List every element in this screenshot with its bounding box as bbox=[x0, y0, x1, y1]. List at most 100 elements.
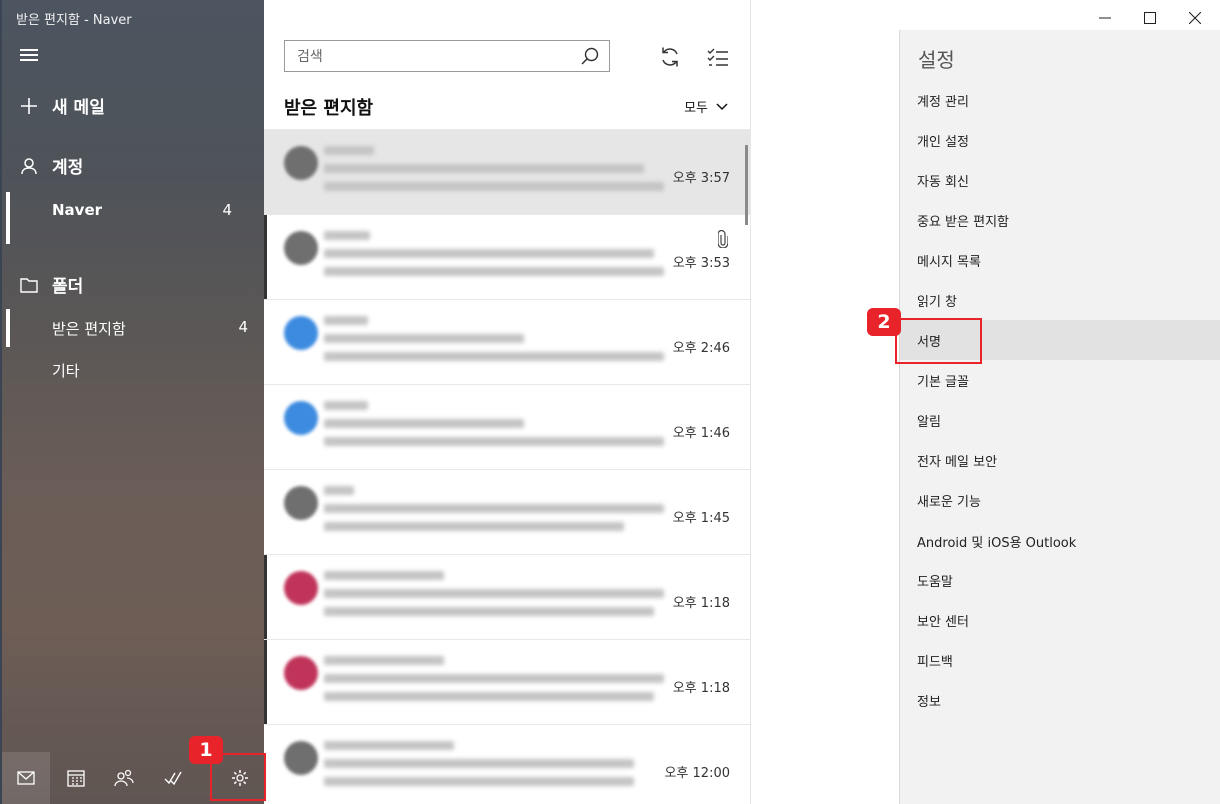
settings-item-label: 보안 센터 bbox=[917, 615, 969, 630]
settings-item-auto-reply[interactable]: 자동 회신 bbox=[900, 160, 1220, 200]
settings-item-reading-pane[interactable]: 읽기 창 bbox=[900, 280, 1220, 320]
selection-indicator bbox=[6, 309, 10, 347]
preview-blurred bbox=[324, 522, 624, 531]
mail-icon bbox=[17, 771, 35, 785]
settings-item-trust-center[interactable]: 보안 센터 bbox=[900, 600, 1220, 640]
sync-icon bbox=[662, 47, 678, 67]
message-time: 오후 1:46 bbox=[672, 426, 730, 441]
maximize-button[interactable] bbox=[1127, 8, 1173, 28]
maximize-icon bbox=[1144, 12, 1156, 24]
sender-blurred bbox=[324, 741, 454, 750]
preview-blurred bbox=[324, 267, 664, 276]
settings-item-label: 메시지 목록 bbox=[917, 255, 981, 270]
subject-blurred bbox=[324, 759, 634, 768]
plus-icon bbox=[18, 95, 40, 117]
sender-blurred bbox=[324, 316, 368, 325]
sender-blurred bbox=[324, 146, 374, 155]
accounts-header[interactable]: 계정 bbox=[18, 153, 83, 178]
settings-item-label: 도움말 bbox=[917, 575, 953, 590]
sender-blurred bbox=[324, 231, 370, 240]
new-mail-button[interactable]: 새 메일 bbox=[18, 93, 105, 118]
mail-button[interactable] bbox=[2, 752, 50, 804]
sync-button[interactable] bbox=[659, 46, 681, 68]
message-item[interactable]: 오후 3:57 bbox=[264, 129, 750, 214]
account-unread-count: 4 bbox=[222, 201, 232, 219]
new-mail-label: 새 메일 bbox=[52, 98, 105, 118]
search-icon[interactable] bbox=[581, 47, 599, 65]
subject-blurred bbox=[324, 674, 664, 683]
preview-blurred bbox=[324, 437, 664, 446]
sender-blurred bbox=[324, 486, 354, 495]
settings-item-label: 개인 설정 bbox=[917, 135, 969, 150]
folder-unread-count: 4 bbox=[238, 318, 248, 336]
avatar bbox=[284, 656, 318, 690]
message-item[interactable]: 오후 1:45 bbox=[264, 469, 750, 554]
settings-item-message-list[interactable]: 메시지 목록 bbox=[900, 240, 1220, 280]
folder-title: 받은 편지함 bbox=[284, 98, 374, 119]
subject-blurred bbox=[324, 419, 524, 428]
settings-panel: 설정 계정 관리 개인 설정 자동 회신 중요 받은 편지함 메시지 목록 읽기… bbox=[899, 30, 1220, 804]
avatar bbox=[284, 486, 318, 520]
settings-item-personalization[interactable]: 개인 설정 bbox=[900, 120, 1220, 160]
settings-item-notifications[interactable]: 알림 bbox=[900, 400, 1220, 440]
settings-item-default-font[interactable]: 기본 글꼴 bbox=[900, 360, 1220, 400]
message-time: 오후 12:00 bbox=[664, 766, 730, 781]
settings-item-focused-inbox[interactable]: 중요 받은 편지함 bbox=[900, 200, 1220, 240]
message-item[interactable]: 오후 3:53 bbox=[264, 214, 750, 299]
folder-item-inbox[interactable]: 받은 편지함 4 bbox=[6, 309, 258, 347]
close-button[interactable] bbox=[1172, 8, 1218, 28]
settings-item-help[interactable]: 도움말 bbox=[900, 560, 1220, 600]
message-list-pane: 받은 편지함 모두 오후 3:57 오후 3:53 오후 2:46 bbox=[264, 0, 751, 804]
avatar bbox=[284, 571, 318, 605]
chevron-down-icon bbox=[716, 102, 728, 110]
preview-blurred bbox=[324, 352, 664, 361]
accounts-label: 계정 bbox=[52, 158, 84, 178]
search-input[interactable] bbox=[295, 46, 569, 68]
message-time: 오후 3:53 bbox=[672, 256, 730, 271]
calendar-button[interactable] bbox=[52, 752, 100, 804]
filter-label: 모두 bbox=[684, 101, 708, 116]
unread-indicator bbox=[264, 640, 267, 724]
message-item[interactable]: 오후 1:18 bbox=[264, 639, 750, 724]
subject-blurred bbox=[324, 334, 524, 343]
preview-blurred bbox=[324, 692, 654, 701]
message-item[interactable]: 오후 2:46 bbox=[264, 299, 750, 384]
message-time: 오후 1:18 bbox=[672, 681, 730, 696]
person-icon bbox=[18, 155, 40, 177]
settings-item-manage-accounts[interactable]: 계정 관리 bbox=[900, 80, 1220, 120]
settings-item-outlook-mobile[interactable]: Android 및 iOS용 Outlook bbox=[900, 521, 1220, 561]
hamburger-icon[interactable] bbox=[20, 47, 38, 63]
filter-dropdown[interactable]: 모두 bbox=[684, 97, 728, 116]
settings-item-about[interactable]: 정보 bbox=[900, 680, 1220, 720]
preview-blurred bbox=[324, 182, 664, 191]
folder-item-other[interactable]: 기타 bbox=[6, 351, 258, 389]
close-icon bbox=[1189, 12, 1201, 24]
avatar bbox=[284, 146, 318, 180]
message-item[interactable]: 오후 1:18 bbox=[264, 554, 750, 639]
account-name: Naver bbox=[52, 201, 103, 219]
message-item[interactable]: 오후 12:00 bbox=[264, 724, 750, 804]
settings-item-whats-new[interactable]: 새로운 기능 bbox=[900, 480, 1220, 520]
unread-indicator bbox=[264, 215, 267, 299]
annotation-badge-1: 1 bbox=[189, 736, 223, 764]
list-scrollbar[interactable] bbox=[745, 145, 748, 225]
settings-item-label: 알림 bbox=[917, 415, 941, 430]
search-box[interactable] bbox=[284, 40, 610, 72]
subject-blurred bbox=[324, 249, 654, 258]
settings-item-label: 읽기 창 bbox=[917, 295, 958, 310]
minimize-button[interactable] bbox=[1082, 8, 1128, 28]
subject-blurred bbox=[324, 504, 664, 513]
folders-header[interactable]: 폴더 bbox=[18, 272, 83, 297]
settings-item-label: 기본 글꼴 bbox=[917, 375, 969, 390]
message-list: 오후 3:57 오후 3:53 오후 2:46 오후 1:46 오후 1:45 … bbox=[264, 129, 750, 804]
message-time: 오후 3:57 bbox=[672, 171, 730, 186]
folder-icon bbox=[18, 274, 40, 296]
people-button[interactable] bbox=[100, 752, 148, 804]
message-item[interactable]: 오후 1:46 bbox=[264, 384, 750, 469]
settings-item-feedback[interactable]: 피드백 bbox=[900, 640, 1220, 680]
account-item-naver[interactable]: Naver 4 bbox=[6, 192, 258, 244]
select-mode-button[interactable] bbox=[707, 46, 729, 68]
sender-blurred bbox=[324, 401, 368, 410]
folder-name: 기타 bbox=[52, 362, 80, 380]
settings-item-email-security[interactable]: 전자 메일 보안 bbox=[900, 440, 1220, 480]
